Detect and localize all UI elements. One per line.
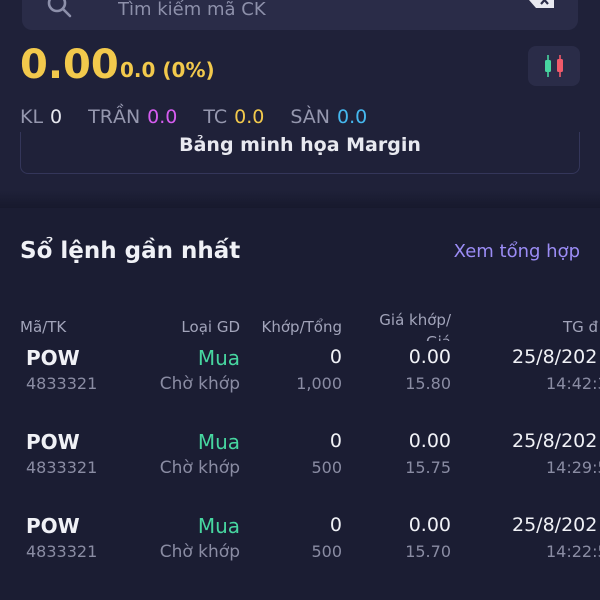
quote-panel: 0.00 0.0 (0%) KL 0 TRẦN 0.0 TC 0.0 SÀN 0…	[0, 0, 600, 190]
chart-button[interactable]	[528, 46, 580, 86]
candlestick-chart-icon	[545, 55, 563, 77]
stat-value: 0	[50, 106, 63, 128]
order-price: 15.70	[405, 542, 451, 561]
recent-orders-section: Sổ lệnh gần nhất Xem tổng hợp Mã/TK Loại…	[0, 208, 600, 600]
order-row[interactable]: POW 4833321 Mua Chờ khớp 0 1,000 0.00 15…	[0, 346, 600, 426]
margin-table-button[interactable]: Bảng minh họa Margin	[20, 132, 580, 174]
section-divider	[0, 190, 600, 208]
stat-volume: KL 0	[20, 106, 62, 128]
order-time: 14:29:5	[546, 458, 600, 477]
order-time: 14:22:5	[546, 542, 600, 561]
order-side: Mua	[197, 514, 240, 538]
order-matched-qty: 0	[329, 430, 342, 452]
price-change: 0.0 (0%)	[120, 58, 215, 82]
order-status: Chờ khớp	[159, 458, 240, 478]
search-icon	[47, 0, 72, 18]
order-price: 15.80	[405, 374, 451, 393]
order-symbol: POW	[26, 514, 80, 538]
margin-table-label: Bảng minh họa Margin	[179, 134, 421, 156]
order-date: 25/8/202	[512, 514, 598, 536]
order-match-price: 0.00	[408, 346, 451, 368]
order-row[interactable]: POW 4833321 Mua Chờ khớp 0 500 0.00 15.7…	[0, 514, 600, 594]
order-symbol: POW	[26, 430, 80, 454]
order-symbol: POW	[26, 346, 80, 370]
order-row[interactable]: POW 4833321 Mua Chờ khớp 0 500 0.00 15.7…	[0, 430, 600, 510]
col-header-price: Giá khớp/	[379, 311, 451, 329]
order-match-price: 0.00	[408, 430, 451, 452]
stat-label: KL	[20, 106, 44, 128]
stat-label: TRẦN	[88, 106, 141, 128]
section-title: Sổ lệnh gần nhất	[20, 238, 241, 264]
stat-value: 0.0	[337, 106, 368, 128]
order-price: 15.75	[405, 458, 451, 477]
stat-label: SÀN	[290, 106, 330, 128]
stat-value: 0.0	[147, 106, 178, 128]
order-side: Mua	[197, 346, 240, 370]
search-input[interactable]	[118, 0, 478, 22]
order-account: 4833321	[26, 542, 98, 561]
col-header-type: Loại GD	[181, 318, 240, 336]
col-header-symbol: Mã/TK	[20, 318, 67, 336]
order-matched-qty: 0	[329, 514, 342, 536]
order-account: 4833321	[26, 374, 98, 393]
search-bar[interactable]	[22, 0, 578, 30]
clear-input-icon[interactable]	[528, 0, 556, 10]
order-match-price: 0.00	[408, 514, 451, 536]
order-date: 25/8/202	[512, 346, 598, 368]
col-header-price-sub: Giá	[426, 333, 451, 341]
order-status: Chờ khớp	[159, 374, 240, 394]
order-matched-qty: 0	[329, 346, 342, 368]
stat-label: TC	[203, 106, 228, 128]
order-time: 14:42:3	[546, 374, 600, 393]
last-price: 0.00	[20, 42, 119, 88]
col-header-match: Khớp/Tổng	[261, 318, 342, 336]
col-header-time: TG đ	[563, 318, 599, 336]
order-total-qty: 1,000	[296, 374, 342, 393]
order-total-qty: 500	[311, 542, 342, 561]
order-account: 4833321	[26, 458, 98, 477]
order-status: Chờ khớp	[159, 542, 240, 562]
order-total-qty: 500	[311, 458, 342, 477]
order-date: 25/8/202	[512, 430, 598, 452]
price-stats: KL 0 TRẦN 0.0 TC 0.0 SÀN 0.0	[20, 106, 393, 128]
stat-floor: SÀN 0.0	[290, 106, 367, 128]
order-side: Mua	[197, 430, 240, 454]
view-summary-link[interactable]: Xem tổng hợp	[454, 241, 580, 262]
stat-value: 0.0	[234, 106, 265, 128]
stat-ceiling: TRẦN 0.0	[88, 106, 177, 128]
stat-reference: TC 0.0	[203, 106, 264, 128]
